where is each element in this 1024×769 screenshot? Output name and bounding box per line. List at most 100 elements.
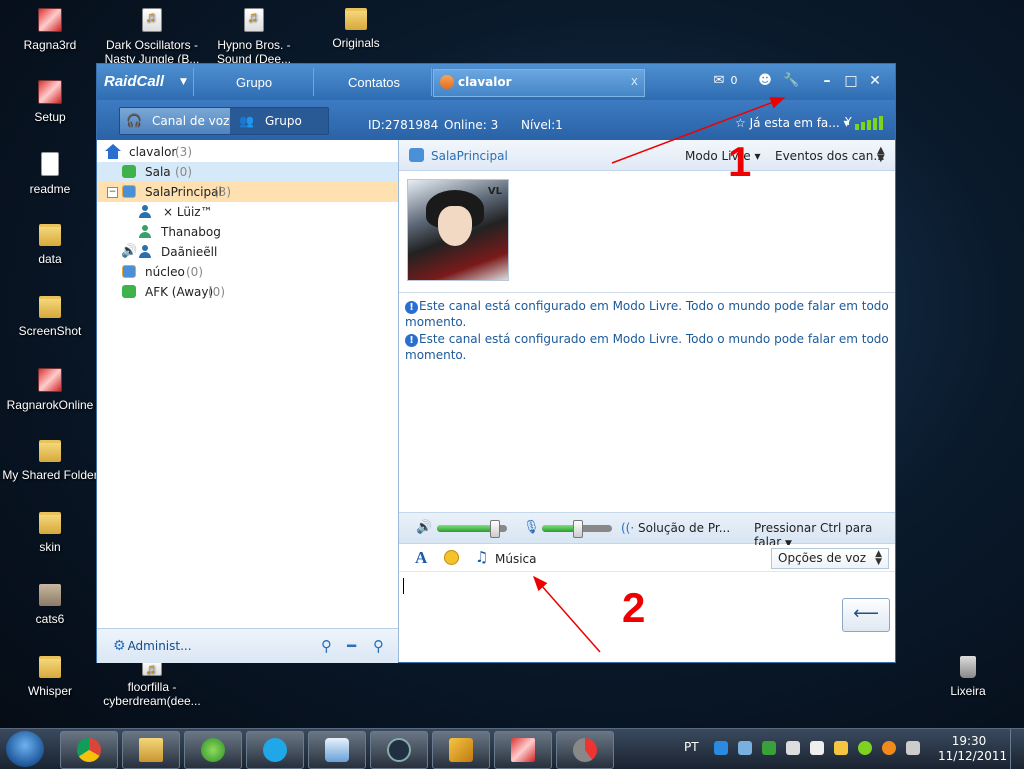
tree-item-salaprincipal[interactable]: − SalaPrincipal (3) xyxy=(97,182,398,202)
winamp-tray-icon[interactable] xyxy=(834,741,848,755)
input-volume-slider[interactable] xyxy=(542,520,612,538)
channel-header: SalaPrincipal Modo Livre ▾ Eventos dos c… xyxy=(399,140,895,171)
desktop-icon-my-shared-folder[interactable]: My Shared Folder xyxy=(0,440,100,482)
avatar-face xyxy=(438,206,472,246)
maximize-button[interactable]: □ xyxy=(843,72,859,90)
tree-user-thanabog[interactable]: Thanabog xyxy=(97,222,398,242)
security-tray-icon[interactable] xyxy=(762,741,776,755)
display-tray-icon[interactable] xyxy=(786,741,800,755)
start-button[interactable] xyxy=(6,731,44,767)
flag-tray-icon[interactable] xyxy=(810,741,824,755)
tree-item-sala[interactable]: Sala (0) xyxy=(97,162,398,182)
admin-button[interactable]: ⚙ Administ... xyxy=(113,638,192,654)
user-name: Daãnieẽll xyxy=(161,245,218,259)
events-dropdown[interactable]: Eventos dos can... xyxy=(775,149,885,163)
chrome-icon xyxy=(77,738,101,762)
wrench-icon[interactable]: 🔧 xyxy=(783,73,799,89)
font-icon[interactable]: A xyxy=(415,548,427,568)
desktop-icon-originals[interactable]: Originals xyxy=(306,8,406,50)
taskbar-media[interactable] xyxy=(556,731,614,769)
tree-user-luiz[interactable]: × Lüiz™ xyxy=(97,202,398,222)
close-button[interactable]: ✕ xyxy=(867,72,883,90)
desktop-icon-whisper[interactable]: Whisper xyxy=(0,656,100,698)
taskbar-messenger[interactable] xyxy=(184,731,242,769)
close-tab-icon[interactable]: x xyxy=(631,74,638,88)
language-indicator[interactable]: PT xyxy=(684,740,699,754)
output-volume-slider[interactable] xyxy=(437,520,507,538)
music-note-icon[interactable]: ♫ xyxy=(475,548,488,566)
desktop-icon-hypno-bros[interactable]: Hypno Bros. - Sound (Dee... xyxy=(204,8,304,66)
tab-chat-clavalor[interactable]: clavalor x xyxy=(433,69,645,97)
taskbar-skype[interactable] xyxy=(246,731,304,769)
folder-icon xyxy=(139,738,163,762)
update-tray-icon[interactable] xyxy=(882,741,896,755)
channel-icon xyxy=(122,285,136,298)
taskbar-chrome[interactable] xyxy=(60,731,118,769)
tab-contatos[interactable]: Contatos xyxy=(348,75,400,90)
desktop-icon-floorfilla[interactable]: floorfilla - cyberdream(dee... xyxy=(102,660,202,708)
tree-root[interactable]: clavalor (3) xyxy=(97,142,398,162)
skin-icon[interactable]: ☻ xyxy=(757,73,773,89)
group-view-tab[interactable]: 👥 Grupo xyxy=(231,108,328,134)
emoticon-icon[interactable] xyxy=(444,550,459,565)
search-icon[interactable]: ⚲ xyxy=(373,637,384,655)
music-file-icon xyxy=(244,8,264,32)
tree-item-afk[interactable]: AFK (Away) (0) xyxy=(97,282,398,302)
minimize-button[interactable]: – xyxy=(819,72,835,90)
music-button[interactable]: Música xyxy=(495,552,537,566)
group-toolbar: 🎧 Canal de voz 👥 Grupo ID:2781984 Online… xyxy=(97,100,895,140)
taskbar-winamp[interactable] xyxy=(432,731,490,769)
tree-user-daanieell[interactable]: 🔊 Daãnieẽll xyxy=(97,242,398,262)
desktop-icon-screenshot[interactable]: ScreenShot xyxy=(0,296,100,338)
chevron-updown-icon: ▲ ▼ xyxy=(875,549,882,567)
desktop-icon-cats6[interactable]: cats6 xyxy=(0,584,100,626)
location-pin-icon[interactable]: ⚲ xyxy=(321,637,332,655)
channel-icon xyxy=(409,148,424,162)
microphone-icon[interactable]: 🎙 xyxy=(523,520,540,535)
desktop-icon-dark-oscillators[interactable]: Dark Oscillators - Nasty Jungle (B... xyxy=(102,8,202,66)
channel-title: SalaPrincipal xyxy=(431,149,508,163)
document-icon xyxy=(41,152,59,176)
taskbar-ragnarok[interactable] xyxy=(494,731,552,769)
desktop-icon-lixeira[interactable]: Lixeira xyxy=(918,656,1018,698)
desktop-icon-ragna3rd[interactable]: Ragna3rd xyxy=(0,8,100,52)
channel-tree: clavalor (3) Sala (0) − SalaPrincipal (3… xyxy=(97,140,399,663)
chevron-updown-icon[interactable]: ▲ ▼ xyxy=(877,146,885,164)
send-button[interactable]: ⟵ xyxy=(842,598,890,632)
collapse-toggle[interactable]: − xyxy=(107,187,118,198)
desktop-icon-data[interactable]: data xyxy=(0,224,100,266)
input-volume-knob[interactable] xyxy=(573,520,583,538)
remove-icon[interactable]: ━ xyxy=(347,637,356,655)
desktop-icon-readme[interactable]: readme xyxy=(0,152,100,196)
messenger-tray-icon[interactable] xyxy=(858,741,872,755)
app-logo[interactable]: RaidCall xyxy=(104,73,164,90)
desktop-icon-ragnarokonline[interactable]: RagnarokOnline xyxy=(0,368,100,412)
taskbar-explorer[interactable] xyxy=(122,731,180,769)
clock[interactable]: 19:30 11/12/2011 xyxy=(938,734,1007,764)
desktop-icon-label: Ragna3rd xyxy=(23,38,77,52)
voice-options-dropdown[interactable]: Opções de voz ▲ ▼ xyxy=(771,548,889,569)
volume-tray-icon[interactable] xyxy=(906,741,920,755)
mail-icon[interactable]: ✉ xyxy=(711,73,727,89)
user-name: × Lüiz™ xyxy=(163,205,213,219)
user-avatar[interactable]: VL xyxy=(407,179,509,281)
message-input[interactable]: ⟵ xyxy=(399,572,895,662)
solution-button[interactable]: ((· Solução de Pr... xyxy=(621,521,730,535)
taskbar-teamspeak[interactable] xyxy=(370,731,428,769)
network-tray-icon[interactable] xyxy=(714,741,728,755)
group-id: ID:2781984 xyxy=(368,118,439,132)
speaker-icon[interactable]: 🔊 xyxy=(416,520,432,535)
voice-channel-tab[interactable]: 🎧 Canal de voz xyxy=(120,108,230,134)
desktop-icon-skin[interactable]: skin xyxy=(0,512,100,554)
tree-item-nucleo[interactable]: núcleo (0) xyxy=(97,262,398,282)
taskbar-raidcall[interactable] xyxy=(308,731,366,769)
desktop-icon-label: Dark Oscillators - Nasty Jungle (B... xyxy=(104,38,200,66)
output-volume-knob[interactable] xyxy=(490,520,500,538)
raidcall-tray-icon[interactable] xyxy=(738,741,752,755)
voice-bar: 🔊 🎙 ((· Solução de Pr... Pressionar Ctrl… xyxy=(399,512,895,549)
desktop-icon-setup[interactable]: Setup xyxy=(0,80,100,124)
chevron-down-icon[interactable]: ▼ xyxy=(180,77,187,87)
tab-grupo[interactable]: Grupo xyxy=(236,75,272,90)
favorite-button[interactable]: ☆ Já esta em fa... ▾ xyxy=(735,116,850,130)
show-desktop-button[interactable] xyxy=(1010,729,1024,769)
